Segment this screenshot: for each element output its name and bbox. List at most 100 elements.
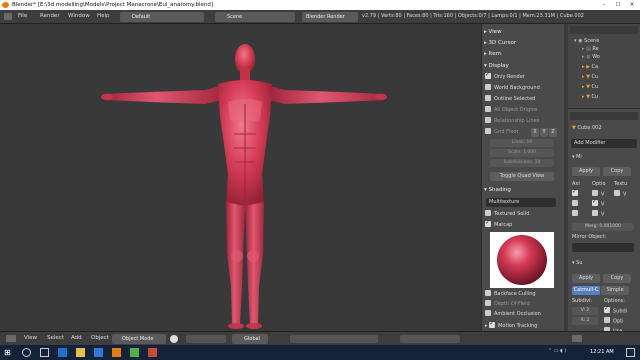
render-engine-selector[interactable]: Blender Render [302,12,358,22]
subsurf-apply-button[interactable]: Apply [572,274,600,283]
layout-selector[interactable]: Default [120,12,204,22]
pivot-point-icons[interactable] [186,335,226,343]
view-levels-field[interactable]: V: 2 [572,307,598,315]
3d-viewport[interactable] [0,24,481,331]
all-object-origins-checkbox[interactable]: All Object Origins [485,105,557,114]
menu-add[interactable]: Add [71,335,82,341]
depth-of-field-checkbox[interactable]: Depth Of Field [485,299,557,308]
menu-window[interactable]: Window [68,13,90,19]
mirror-v-checkbox-2[interactable]: V [592,198,604,208]
minimize-icon[interactable]: – [597,0,611,10]
properties-n-panel: ▸ View ▸ 3D Cursor ▸ Item ▾ Display Only… [481,24,564,331]
mirror-u-checkbox[interactable]: V [614,190,626,198]
scene-selector[interactable]: Scene [215,12,295,22]
mirror-z-checkbox[interactable] [572,210,581,218]
mirror-modifier-header[interactable]: ▾ Mi [572,154,582,160]
app-taskbar-icon[interactable] [148,348,157,357]
edge-browser-icon[interactable] [58,348,67,357]
optimal-display-checkbox[interactable]: Opti [604,317,623,325]
panel-shading[interactable]: ▾ Shading [484,186,560,195]
motion-tracking-checkbox[interactable]: ▸ Motion Tracking [485,320,557,330]
backface-culling-checkbox[interactable]: Backface Culling [485,289,557,298]
grid-subdivisions-field[interactable]: Subdivisions: 10 [490,159,554,167]
snapping-controls[interactable] [400,335,460,343]
subsurf-copy-button[interactable]: Copy [603,274,631,283]
outline-selected-checkbox[interactable]: Outline Selected [485,94,557,103]
notifications-icon[interactable] [626,348,635,357]
outliner-item-camera[interactable]: ▸ ▶ Ca [582,64,598,70]
catmull-clark-button[interactable]: Catmull-C [572,286,600,295]
editor-type-icon[interactable] [6,335,16,342]
task-view-icon[interactable] [40,348,49,357]
matcap-preview[interactable] [490,232,554,288]
system-tray-icons[interactable]: ⌃ ▭ ◖ ) [548,348,588,357]
menu-select[interactable]: Select [47,335,64,341]
simple-button[interactable]: Simple [601,286,629,295]
layer-buttons[interactable] [290,335,378,343]
outliner-item-world[interactable]: ▸ ◍ Wo [582,54,600,60]
outliner-item-renderlayers[interactable]: ▸ ▤ Re [582,46,599,52]
outliner-item-cube-3[interactable]: ▸ ▼ Cu [582,94,598,100]
subdivisions-label: Subdivi: [572,298,593,304]
maximize-icon[interactable]: ☐ [611,0,625,10]
outliner-item-scene[interactable]: ▾ ◉ Scene [574,38,599,44]
shading-mode-dropdown[interactable]: Multitexture [486,198,556,207]
grid-y-toggle[interactable]: Y [540,128,548,137]
ambient-occlusion-checkbox[interactable]: Ambient Occlusion [485,309,557,318]
grid-z-toggle[interactable]: Z [549,128,557,137]
subsurf-options-label: Options: [604,298,625,304]
outliner-item-cube-2[interactable]: ▸ ▼ Cu [582,84,598,90]
mode-selector[interactable]: Object Mode [112,334,166,344]
close-icon[interactable]: ✕ [625,0,639,10]
relationship-lines-checkbox[interactable]: Relationship Lines [485,116,557,125]
viewport-shading-icon[interactable] [170,335,178,343]
grid-x-toggle[interactable]: X [531,128,539,137]
mirror-v-checkbox-1[interactable]: V [592,190,604,198]
mirror-object-field[interactable] [572,243,634,252]
file-explorer-icon[interactable] [76,348,85,357]
chrome-icon[interactable] [130,348,139,357]
transform-orientation-selector[interactable]: Global [232,334,268,344]
world-background-checkbox[interactable]: World Background [485,83,557,92]
subdivide-uvs-checkbox[interactable]: Subdi [604,305,627,315]
mirror-x-checkbox[interactable] [572,188,581,198]
add-modifier-dropdown[interactable]: Add Modifier [571,139,637,148]
menu-render[interactable]: Render [40,13,60,19]
window-title: Blender* [E:\3d modelling\Models\Project… [12,2,213,8]
menu-help[interactable]: Help [97,13,110,19]
panel-3d-cursor[interactable]: ▸ 3D Cursor [484,39,560,48]
mirror-apply-button[interactable]: Apply [572,167,600,176]
viewport-header: View Select Add Object Object Mode Globa… [0,331,568,345]
grid-lines-field[interactable]: Lines: 16 [490,139,554,147]
only-render-checkbox[interactable]: Only Render [485,71,557,81]
menu-file[interactable]: File [18,13,27,19]
toggle-quad-view-button[interactable]: Toggle Quad View [490,172,554,181]
store-icon[interactable] [94,348,103,357]
grid-scale-field[interactable]: Scale: 1.000 [490,149,554,157]
clock[interactable]: 12:21 AM [590,349,614,355]
window-title-bar: Blender* [E:\3d modelling\Models\Project… [0,0,640,10]
blender-taskbar-icon[interactable] [112,348,121,357]
search-icon[interactable] [22,348,31,357]
mirror-y-checkbox[interactable] [572,200,581,208]
mirror-v-checkbox-3[interactable]: V [592,210,604,218]
menu-object[interactable]: Object [91,335,109,341]
windows-taskbar: ⊞ ⌃ ▭ ◖ ) 12:21 AM [0,345,640,360]
editor-type-icon[interactable] [4,13,12,20]
menu-view[interactable]: View [24,335,37,341]
panel-item[interactable]: ▸ Item [484,50,560,59]
subsurf-modifier-header[interactable]: ▾ Su [572,260,582,266]
render-levels-field[interactable]: R: 2 [572,317,598,325]
merge-distance-field[interactable]: Merg: 0.001000 [572,223,634,231]
anatomy-model[interactable] [0,24,481,331]
panel-view[interactable]: ▸ View [484,28,560,37]
properties-tabs[interactable] [570,112,638,120]
textured-solid-checkbox[interactable]: Textured Solid [485,209,557,218]
outliner-item-cube-1[interactable]: ▸ ▼ Cu [582,74,598,80]
editor-type-icon[interactable] [572,335,582,342]
mirror-copy-button[interactable]: Copy [603,167,631,176]
windows-start-icon[interactable]: ⊞ [4,348,13,357]
panel-display[interactable]: ▾ Display [484,62,560,71]
matcap-checkbox[interactable]: Matcap [485,219,557,229]
mirror-axis-label: Axi [572,181,580,187]
